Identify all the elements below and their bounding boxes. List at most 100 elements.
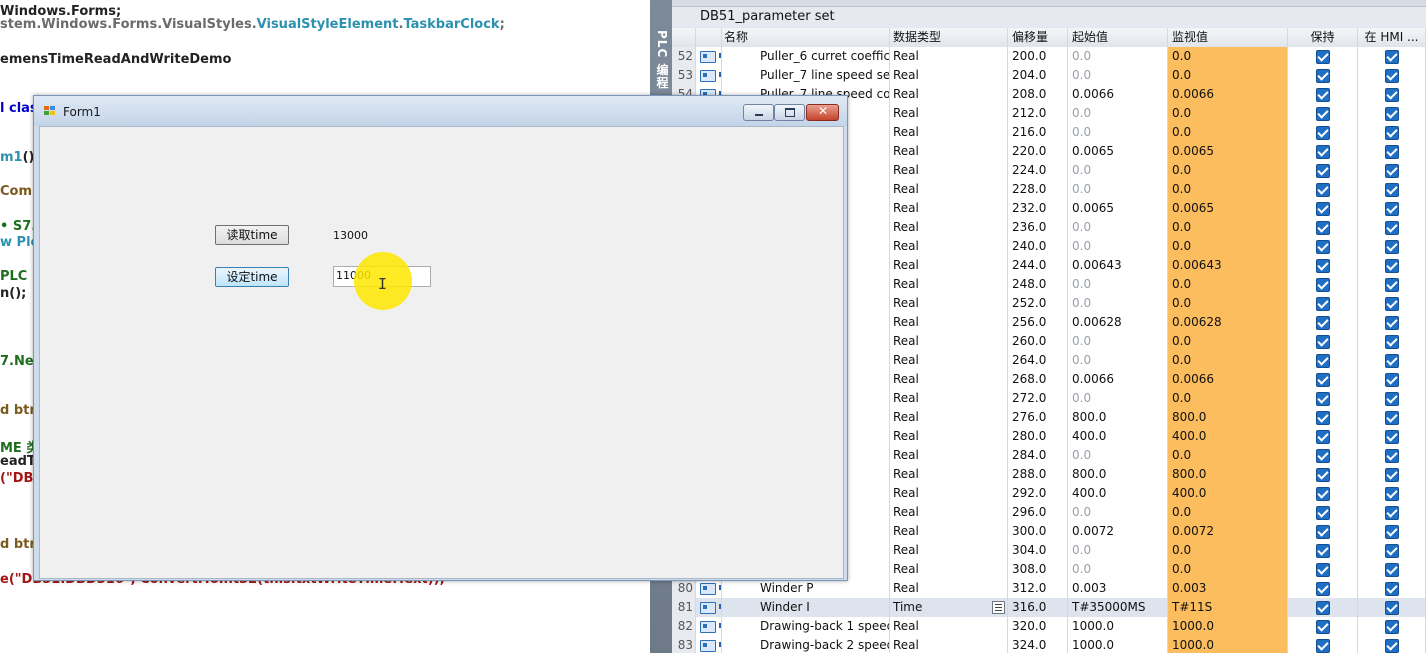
- hmi-accessible-checkbox[interactable]: [1358, 180, 1426, 199]
- hmi-accessible-checkbox[interactable]: [1358, 199, 1426, 218]
- tag-type[interactable]: Real: [890, 522, 1008, 541]
- tag-type[interactable]: Real: [890, 313, 1008, 332]
- hmi-accessible-checkbox[interactable]: [1358, 617, 1426, 636]
- tag-start-value[interactable]: 0.0: [1068, 161, 1168, 180]
- tag-start-value[interactable]: 800.0: [1068, 408, 1168, 427]
- hmi-accessible-checkbox[interactable]: [1358, 218, 1426, 237]
- tag-type[interactable]: Real: [890, 47, 1008, 66]
- set-time-button[interactable]: 设定time: [215, 267, 289, 287]
- hmi-accessible-checkbox[interactable]: [1358, 47, 1426, 66]
- tag-start-value[interactable]: 800.0: [1068, 465, 1168, 484]
- retain-checkbox[interactable]: [1288, 161, 1358, 180]
- close-button[interactable]: [806, 104, 839, 121]
- hmi-accessible-checkbox[interactable]: [1358, 237, 1426, 256]
- read-time-button[interactable]: 读取time: [215, 225, 289, 245]
- hmi-accessible-checkbox[interactable]: [1358, 123, 1426, 142]
- tag-name[interactable]: Puller_6 curret coeffic...: [722, 47, 890, 66]
- tag-start-value[interactable]: 0.0066: [1068, 85, 1168, 104]
- hmi-accessible-checkbox[interactable]: [1358, 522, 1426, 541]
- hmi-accessible-checkbox[interactable]: [1358, 484, 1426, 503]
- hmi-accessible-checkbox[interactable]: [1358, 503, 1426, 522]
- retain-checkbox[interactable]: [1288, 579, 1358, 598]
- hmi-accessible-checkbox[interactable]: [1358, 408, 1426, 427]
- retain-checkbox[interactable]: [1288, 427, 1358, 446]
- retain-checkbox[interactable]: [1288, 313, 1358, 332]
- tag-start-value[interactable]: 0.0: [1068, 351, 1168, 370]
- minimize-button[interactable]: [743, 104, 774, 121]
- tag-start-value[interactable]: 0.0: [1068, 47, 1168, 66]
- header-hmi[interactable]: 在 HMI ...: [1358, 28, 1426, 47]
- retain-checkbox[interactable]: [1288, 484, 1358, 503]
- tag-start-value[interactable]: 0.0065: [1068, 142, 1168, 161]
- retain-checkbox[interactable]: [1288, 503, 1358, 522]
- retain-checkbox[interactable]: [1288, 180, 1358, 199]
- tag-start-value[interactable]: 0.0: [1068, 503, 1168, 522]
- retain-checkbox[interactable]: [1288, 446, 1358, 465]
- retain-checkbox[interactable]: [1288, 142, 1358, 161]
- hmi-accessible-checkbox[interactable]: [1358, 161, 1426, 180]
- tag-start-value[interactable]: 0.0: [1068, 104, 1168, 123]
- hmi-accessible-checkbox[interactable]: [1358, 541, 1426, 560]
- hmi-accessible-checkbox[interactable]: [1358, 351, 1426, 370]
- retain-checkbox[interactable]: [1288, 123, 1358, 142]
- form-titlebar[interactable]: Form1: [34, 96, 847, 126]
- retain-checkbox[interactable]: [1288, 104, 1358, 123]
- tag-type[interactable]: Real: [890, 256, 1008, 275]
- hmi-accessible-checkbox[interactable]: [1358, 294, 1426, 313]
- header-start[interactable]: 起始值: [1068, 28, 1168, 47]
- tag-name[interactable]: Drawing-back 2 speed...: [722, 636, 890, 653]
- tag-type[interactable]: Real: [890, 218, 1008, 237]
- retain-checkbox[interactable]: [1288, 237, 1358, 256]
- retain-checkbox[interactable]: [1288, 351, 1358, 370]
- tag-type[interactable]: Real: [890, 161, 1008, 180]
- tag-start-value[interactable]: 0.0: [1068, 541, 1168, 560]
- hmi-accessible-checkbox[interactable]: [1358, 446, 1426, 465]
- retain-checkbox[interactable]: [1288, 560, 1358, 579]
- tag-type[interactable]: Real: [890, 142, 1008, 161]
- tag-start-value[interactable]: 1000.0: [1068, 636, 1168, 653]
- retain-checkbox[interactable]: [1288, 256, 1358, 275]
- retain-checkbox[interactable]: [1288, 85, 1358, 104]
- tag-type[interactable]: Real: [890, 560, 1008, 579]
- tag-start-value[interactable]: T#35000MS: [1068, 598, 1168, 617]
- tag-start-value[interactable]: 0.003: [1068, 579, 1168, 598]
- tag-start-value[interactable]: 0.0: [1068, 446, 1168, 465]
- tag-start-value[interactable]: 0.0: [1068, 123, 1168, 142]
- tag-start-value[interactable]: 0.0: [1068, 389, 1168, 408]
- tag-type[interactable]: Time: [890, 598, 1008, 617]
- tag-type[interactable]: Real: [890, 85, 1008, 104]
- tag-type[interactable]: Real: [890, 427, 1008, 446]
- table-row[interactable]: 82Drawing-back 1 speed...Real320.01000.0…: [672, 617, 1426, 637]
- tag-type[interactable]: Real: [890, 503, 1008, 522]
- tag-start-value[interactable]: 0.0072: [1068, 522, 1168, 541]
- hmi-accessible-checkbox[interactable]: [1358, 85, 1426, 104]
- tag-start-value[interactable]: 400.0: [1068, 484, 1168, 503]
- hmi-accessible-checkbox[interactable]: [1358, 370, 1426, 389]
- tag-type[interactable]: Real: [890, 332, 1008, 351]
- hmi-accessible-checkbox[interactable]: [1358, 598, 1426, 617]
- tag-start-value[interactable]: 0.0065: [1068, 199, 1168, 218]
- tag-type[interactable]: Real: [890, 123, 1008, 142]
- tag-start-value[interactable]: 0.0: [1068, 218, 1168, 237]
- hmi-accessible-checkbox[interactable]: [1358, 389, 1426, 408]
- retain-checkbox[interactable]: [1288, 66, 1358, 85]
- retain-checkbox[interactable]: [1288, 332, 1358, 351]
- retain-checkbox[interactable]: [1288, 522, 1358, 541]
- tag-name[interactable]: Winder P: [722, 579, 890, 598]
- retain-checkbox[interactable]: [1288, 636, 1358, 653]
- retain-checkbox[interactable]: [1288, 199, 1358, 218]
- header-name[interactable]: 名称: [722, 28, 890, 47]
- tag-type[interactable]: Real: [890, 484, 1008, 503]
- tag-start-value[interactable]: 0.0: [1068, 294, 1168, 313]
- tag-type[interactable]: Real: [890, 465, 1008, 484]
- header-type[interactable]: 数据类型: [890, 28, 1008, 47]
- tag-name[interactable]: Winder I: [722, 598, 890, 617]
- tag-start-value[interactable]: 0.0: [1068, 560, 1168, 579]
- tag-type[interactable]: Real: [890, 636, 1008, 653]
- tag-start-value[interactable]: 0.00628: [1068, 313, 1168, 332]
- header-retain[interactable]: 保持: [1288, 28, 1358, 47]
- hmi-accessible-checkbox[interactable]: [1358, 66, 1426, 85]
- hmi-accessible-checkbox[interactable]: [1358, 104, 1426, 123]
- tag-name[interactable]: Drawing-back 1 speed...: [722, 617, 890, 636]
- tag-start-value[interactable]: 0.0: [1068, 237, 1168, 256]
